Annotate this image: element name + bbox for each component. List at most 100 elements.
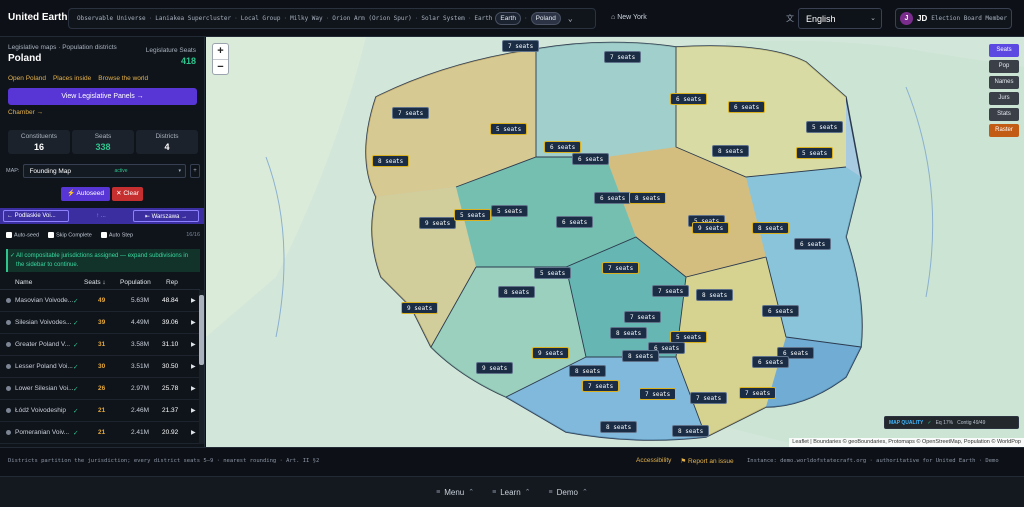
district-seat-label[interactable]: 6 seats [594,192,632,204]
district-seat-label[interactable]: 6 seats [670,93,708,105]
district-seat-label[interactable]: 9 seats [692,222,730,234]
breadcrumb-item[interactable]: Milky Way [290,15,323,22]
district-seat-label[interactable]: 7 seats [624,311,662,323]
column-population[interactable]: Population [120,279,151,286]
table-row[interactable]: Silesian Voivodes... ✓ 39 4.49M 39.06 ▶ [0,312,200,334]
district-seat-label[interactable]: 8 seats [629,192,667,204]
autoseed-button[interactable]: ⚡ Autoseed [61,187,110,201]
layer-jurs-button[interactable]: Jurs [989,92,1019,105]
district-seat-label[interactable]: 6 seats [544,141,582,153]
language-select[interactable]: English ⌄ [798,8,882,29]
accessibility-link[interactable]: Accessibility [636,457,671,465]
district-seat-label[interactable]: 7 seats [604,51,642,63]
play-icon[interactable]: ▶ [191,297,196,304]
location[interactable]: ⌂ New York [611,14,647,21]
auto-seed-checkbox[interactable]: Auto-seed [6,232,39,238]
breadcrumb-item[interactable]: Solar System [421,15,464,22]
district-seat-label[interactable]: 7 seats [652,285,690,297]
district-seat-label[interactable]: 8 seats [672,425,710,437]
layer-names-button[interactable]: Names [989,76,1019,89]
breadcrumb-item[interactable]: Orion Arm (Orion Spur) [332,15,411,22]
layer-pop-button[interactable]: Pop [989,60,1019,73]
chevron-down-icon[interactable]: ⌄ [568,14,573,23]
district-seat-label[interactable]: 6 seats [762,305,800,317]
district-seat-label[interactable]: 5 seats [490,123,528,135]
previous-jurisdiction-button[interactable]: ← Podlaskie Voi... [3,210,69,222]
scrollbar-thumb[interactable] [199,295,204,365]
district-seat-label[interactable]: 8 seats [622,350,660,362]
column-rep[interactable]: Rep [166,279,178,286]
view-legislative-panels-button[interactable]: View Legislative Panels → [8,88,197,105]
breadcrumb-item[interactable]: Observable Universe [77,15,146,22]
add-map-button[interactable]: + [190,164,200,178]
next-jurisdiction-button[interactable]: ⇤ Warszawa → [133,210,199,222]
play-icon[interactable]: ▶ [191,407,196,414]
skip-complete-checkbox[interactable]: Skip Complete [48,232,92,238]
district-seat-label[interactable]: 8 seats [696,289,734,301]
play-icon[interactable]: ▶ [191,385,196,392]
map-quality-panel[interactable]: MAP QUALITY ✓ Eq 17% Contig 49/49 [884,416,1019,429]
district-seat-label[interactable]: 8 seats [712,145,750,157]
breadcrumb-item[interactable]: Laniakea Supercluster [155,15,231,22]
open-link[interactable]: Open Poland [8,75,46,82]
column-name[interactable]: Name [15,279,32,286]
menu-button[interactable]: ≡ Menu ⌃ [436,488,474,497]
table-row[interactable]: Pomeranian Voiv... ✓ 21 2.41M 20.92 ▶ [0,422,200,444]
district-seat-label[interactable]: 7 seats [690,392,728,404]
district-seat-label[interactable]: 5 seats [454,209,492,221]
district-seat-label[interactable]: 9 seats [476,362,514,374]
district-seat-label[interactable]: 9 seats [419,217,457,229]
layer-raster-button[interactable]: Raster [989,124,1019,137]
table-row[interactable]: Lesser Poland Voi... ✓ 30 3.51M 30.50 ▶ [0,356,200,378]
browse-world-link[interactable]: Browse the world [98,75,148,82]
map-attribution[interactable]: Leaflet | Boundaries © geoBoundaries, Pr… [789,438,1024,447]
district-seat-label[interactable]: 5 seats [796,147,834,159]
district-seat-label[interactable]: 7 seats [602,262,640,274]
places-inside-link[interactable]: Places inside [53,75,91,82]
column-seats[interactable]: Seats ↓ [84,279,106,286]
sidebar-scrollbar[interactable] [199,290,204,444]
district-seat-label[interactable]: 8 seats [569,365,607,377]
play-icon[interactable]: ▶ [191,319,196,326]
breadcrumb-item[interactable]: Local Group [241,15,281,22]
district-seat-label[interactable]: 5 seats [534,267,572,279]
report-issue-link[interactable]: ⚑ Report an issue [680,457,733,465]
user-menu[interactable]: J JD Election Board Member [895,8,1012,29]
district-seat-label[interactable]: 5 seats [806,121,844,133]
play-icon[interactable]: ▶ [191,429,196,436]
demo-button[interactable]: ≡ Demo ⌃ [549,488,588,497]
auto-step-checkbox[interactable]: Auto Step [100,232,133,238]
district-seat-label[interactable]: 7 seats [502,40,540,52]
breadcrumb-pill-poland[interactable]: Poland [530,12,561,25]
district-seat-label[interactable]: 7 seats [392,107,430,119]
district-seat-label[interactable]: 8 seats [600,421,638,433]
district-seat-label[interactable]: 7 seats [582,380,620,392]
district-seat-label[interactable]: 6 seats [728,101,766,113]
map-view[interactable]: + − Seats Pop Names Jurs Stats Raster 7 … [206,37,1024,447]
district-seat-label[interactable]: 8 seats [610,327,648,339]
table-row[interactable]: Lower Silesian Voi... ✓ 26 2.97M 25.78 ▶ [0,378,200,400]
play-icon[interactable]: ▶ [191,341,196,348]
district-seat-label[interactable]: 8 seats [752,222,790,234]
district-seat-label[interactable]: 7 seats [639,388,677,400]
learn-button[interactable]: ≡ Learn ⌃ [492,488,530,497]
breadcrumb-pill-earth[interactable]: Earth [495,12,521,25]
district-seat-label[interactable]: 6 seats [794,238,832,250]
district-seat-label[interactable]: 9 seats [532,347,570,359]
clear-button[interactable]: ✕ Clear [112,187,143,201]
district-seat-label[interactable]: 6 seats [752,356,790,368]
district-seat-label[interactable]: 9 seats [401,302,439,314]
table-row[interactable]: Greater Poland V... ✓ 31 3.58M 31.10 ▶ [0,334,200,356]
layer-stats-button[interactable]: Stats [989,108,1019,121]
breadcrumb-item[interactable]: Earth [474,15,492,22]
district-seat-label[interactable]: 7 seats [739,387,777,399]
layer-seats-button[interactable]: Seats [989,44,1019,57]
chamber-link[interactable]: Chamber → [8,109,43,116]
table-row[interactable]: Łódź Voivodeship ✓ 21 2.46M 21.37 ▶ [0,400,200,422]
parent-jurisdiction-button[interactable]: ↑ ... [69,213,133,219]
zoom-out-button[interactable]: − [213,59,228,74]
district-seat-label[interactable]: 6 seats [572,153,610,165]
district-seat-label[interactable]: 8 seats [498,286,536,298]
district-seat-label[interactable]: 6 seats [556,216,594,228]
play-icon[interactable]: ▶ [191,363,196,370]
